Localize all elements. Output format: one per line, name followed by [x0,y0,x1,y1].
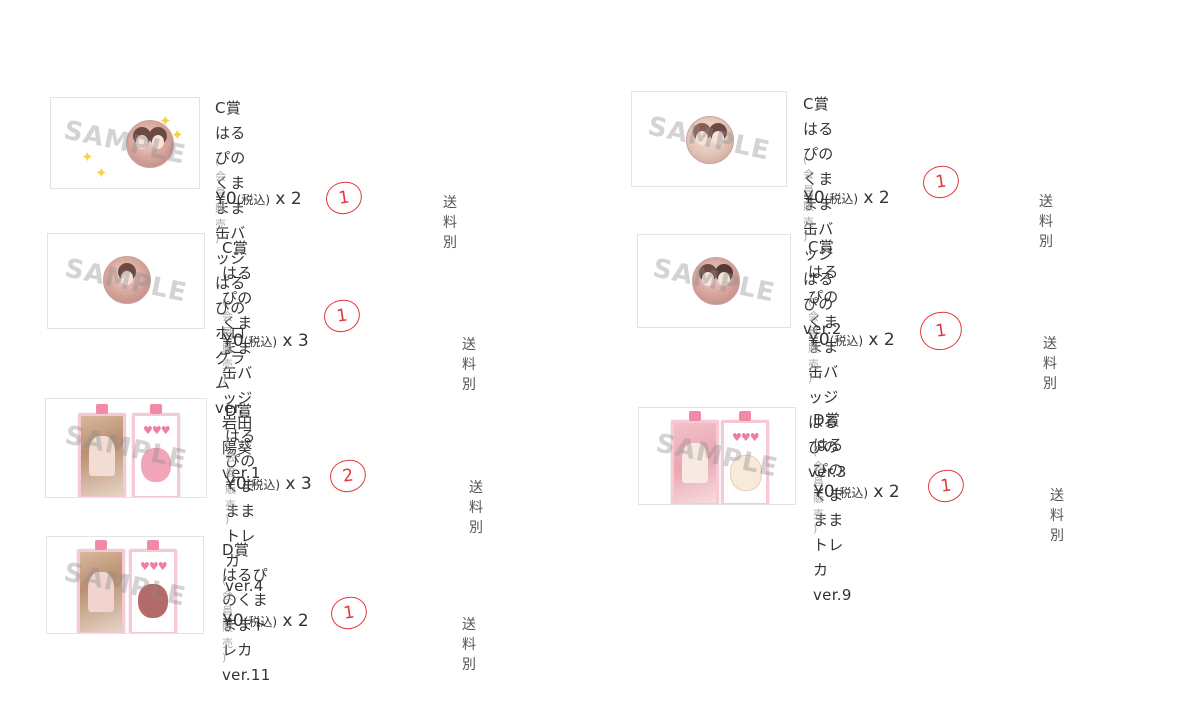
can-badge-image [686,116,734,164]
product-thumbnail[interactable]: SAMPLE [637,234,791,328]
trading-card-bear: ♥♥♥ [721,411,769,504]
handwritten-annotation: 2 [327,457,369,495]
product-thumbnail[interactable]: ♥♥♥ SAMPLE [46,536,204,634]
handwritten-annotation: 1 [920,163,962,201]
sparkle-icon: ✦ [95,164,108,182]
handwritten-annotation: 1 [925,467,967,505]
handwritten-annotation: 1 [321,297,363,335]
price-quantity: ¥0(税込) x 3 [225,474,312,494]
price-quantity: ¥0(税込) x 2 [813,482,900,502]
product-thumbnail[interactable]: ♥♥♥ SAMPLE [45,398,207,498]
handwritten-annotation: 1 [328,594,370,632]
product-thumbnail[interactable]: SAMPLE [631,91,787,187]
price-quantity: ¥0(税込) x 2 [222,611,309,631]
price-quantity: ¥0(税込) x 2 [808,330,895,350]
trading-card-bear: ♥♥♥ [129,540,177,633]
product-thumbnail[interactable]: ✦ ✦ ✦ ✦ SAMPLE [50,97,200,189]
handwritten-annotation: 1 [323,179,365,217]
trading-card-bear: ♥♥♥ [132,404,180,497]
price-quantity: ¥0(税込) x 2 [803,188,890,208]
sparkle-icon: ✦ [159,112,172,130]
product-thumbnail[interactable]: ♥♥♥ SAMPLE [638,407,796,505]
trading-card-photo [78,404,126,497]
product-thumbnail[interactable]: SAMPLE [47,233,205,329]
sparkle-icon: ✦ [171,126,184,144]
shipping-label: 送料別 [1039,194,1053,250]
trading-card-photo [671,411,719,504]
shipping-label: 送料別 [1043,336,1057,392]
price-quantity: ¥0(税込) x 2 [215,189,302,209]
trading-card-photo [77,540,125,633]
price-quantity: ¥0(税込) x 3 [222,331,309,351]
shipping-label: 送料別 [469,480,483,536]
shipping-label: 送料別 [1050,488,1064,544]
sparkle-icon: ✦ [81,148,94,166]
handwritten-annotation: 1 [917,309,965,353]
can-badge-image [103,256,151,304]
shipping-label: 送料別 [443,195,457,251]
shipping-label: 送料別 [462,337,476,393]
can-badge-image [692,257,740,305]
shipping-label: 送料別 [462,617,476,673]
